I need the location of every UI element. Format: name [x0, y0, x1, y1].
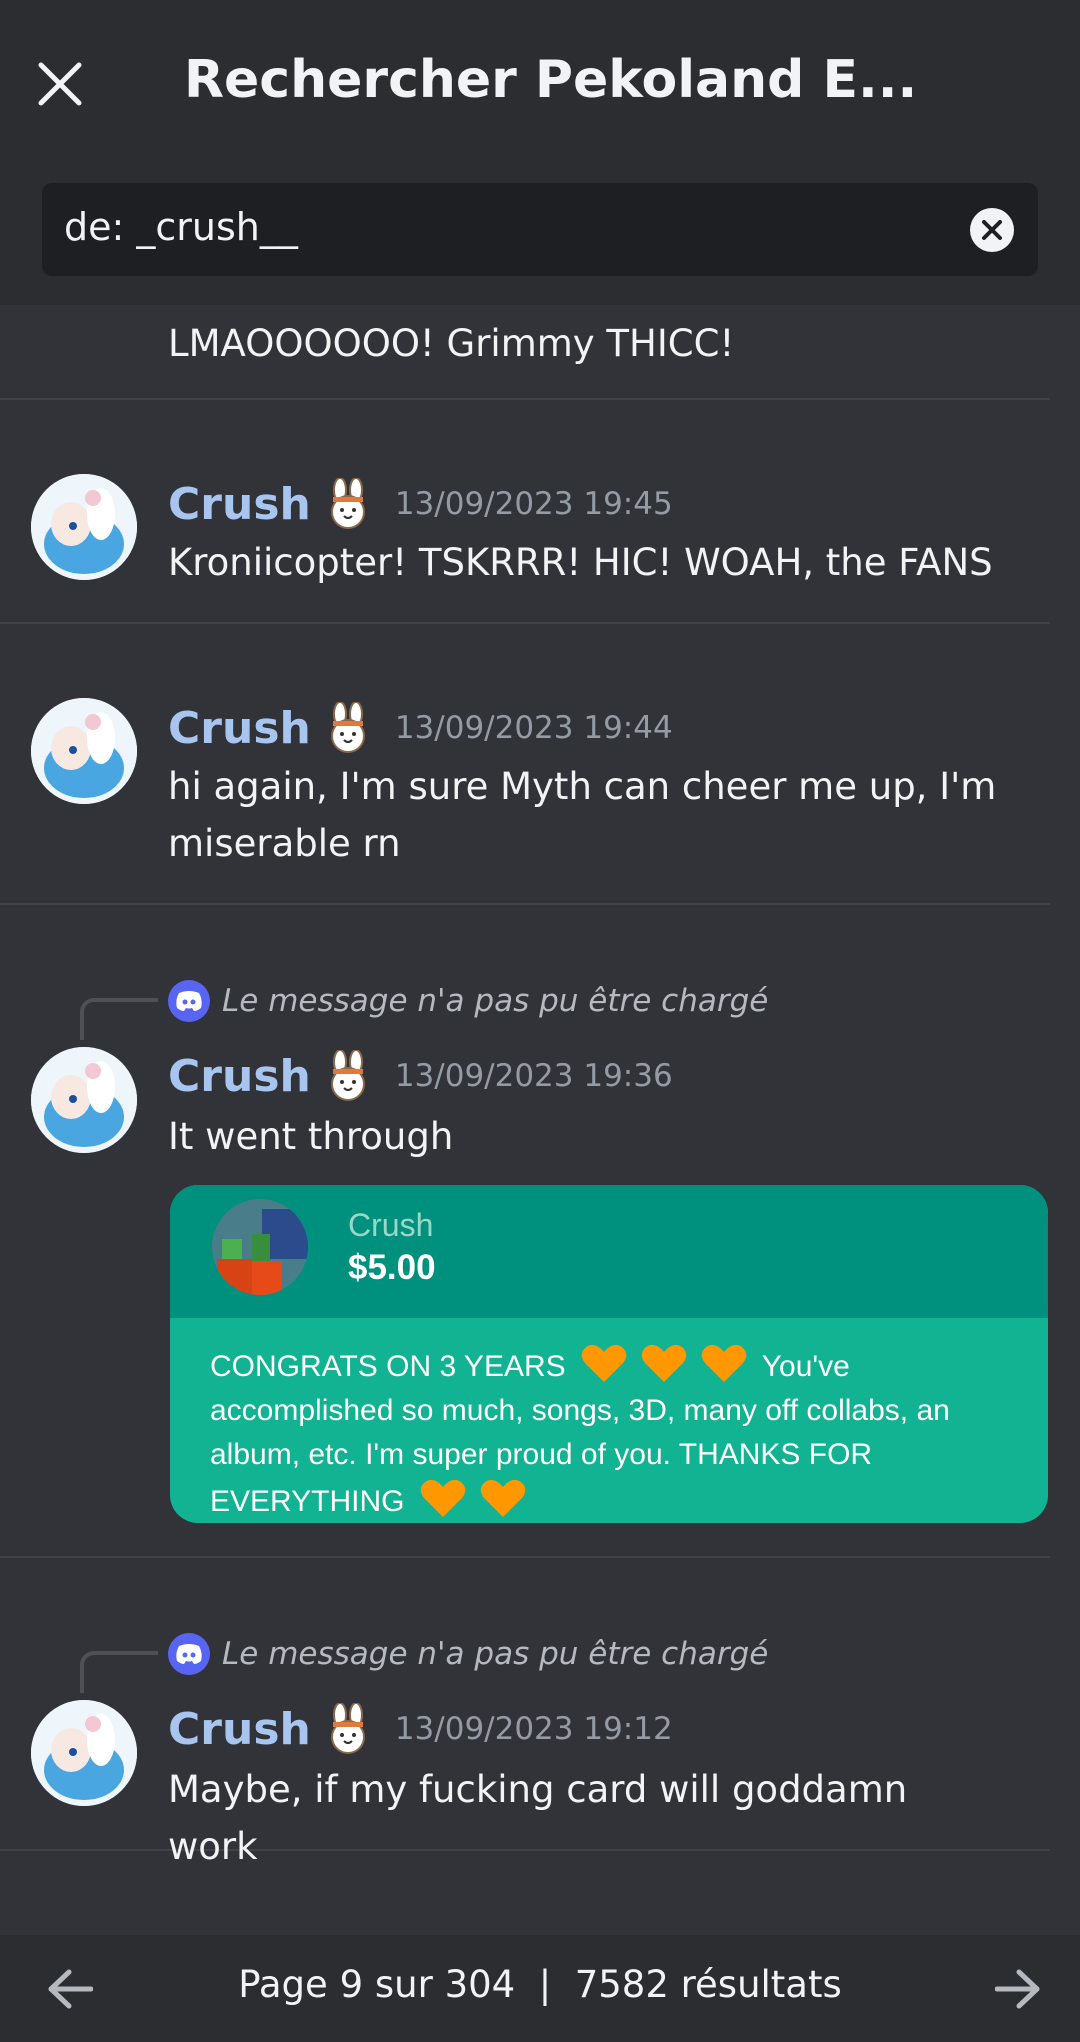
bunny-emoji-icon — [330, 1050, 365, 1101]
username[interactable]: Crush — [168, 1051, 311, 1102]
pagination-bar: Page 9 sur 304 | 7582 résultats — [0, 1935, 1080, 2042]
message-text: It went through — [168, 1115, 454, 1158]
discord-icon — [168, 1633, 210, 1675]
discord-icon — [168, 980, 210, 1022]
message-header: Crush 13/09/2023 19:36 — [168, 1050, 673, 1102]
donation-amount: $5.00 — [348, 1248, 436, 1287]
reply-text: Le message n'a pas pu être chargé — [222, 1636, 769, 1672]
username[interactable]: Crush — [168, 1704, 311, 1755]
bunny-emoji-icon — [330, 478, 365, 529]
reply-preview[interactable]: Le message n'a pas pu être chargé — [168, 1633, 768, 1675]
timestamp: 13/09/2023 19:44 — [394, 710, 673, 746]
heart-icon — [701, 1344, 747, 1382]
bunny-emoji-icon — [330, 1703, 365, 1754]
message-text: Maybe, if my fucking card will goddamn w… — [168, 1768, 908, 1868]
reply-connector — [80, 998, 158, 1040]
message-header: Crush 13/09/2023 19:12 — [168, 1703, 673, 1755]
close-icon — [38, 62, 82, 106]
donor-avatar — [212, 1199, 308, 1295]
search-result[interactable]: Le message n'a pas pu être chargé Crush … — [0, 1558, 1050, 1868]
close-button[interactable] — [30, 50, 90, 118]
username[interactable]: Crush — [168, 479, 311, 530]
message-header: Crush 13/09/2023 19:44 — [168, 702, 673, 754]
search-result[interactable]: Crush 13/09/2023 19:44 hi again, I'm sur… — [0, 624, 1050, 905]
heart-icon — [420, 1479, 466, 1517]
donation-image-attachment[interactable]: Crush $5.00 CONGRATS ON 3 YEARS You've a… — [170, 1185, 1048, 1523]
donation-message: CONGRATS ON 3 YEARS You've accomplished … — [210, 1342, 1020, 1523]
next-page-button[interactable] — [992, 1963, 1044, 2015]
arrow-right-icon — [995, 1969, 1040, 2009]
reply-connector — [80, 1651, 158, 1693]
search-input[interactable]: de: _crush__ — [42, 183, 1038, 276]
timestamp: 13/09/2023 19:12 — [394, 1711, 673, 1747]
clear-icon — [982, 220, 1002, 240]
message-text: hi again, I'm sure Myth can cheer me up,… — [168, 765, 997, 865]
message-text: Kroniicopter! TSKRRR! HIC! WOAH, the FAN… — [168, 541, 993, 584]
heart-icon — [480, 1479, 526, 1517]
avatar[interactable] — [31, 1047, 137, 1153]
page-title: Rechercher Pekoland E... — [184, 50, 918, 110]
search-header: Rechercher Pekoland E... de: _crush__ — [0, 0, 1080, 305]
avatar[interactable] — [31, 474, 137, 580]
reply-text: Le message n'a pas pu être chargé — [222, 983, 769, 1019]
timestamp: 13/09/2023 19:36 — [394, 1058, 673, 1094]
search-query-text[interactable]: de: _crush__ — [64, 205, 298, 249]
donor-name: Crush — [348, 1207, 434, 1243]
clear-search-button[interactable] — [970, 208, 1014, 252]
donation-message-part1: CONGRATS ON 3 YEARS — [210, 1350, 566, 1383]
bunny-emoji-icon — [330, 702, 365, 753]
avatar[interactable] — [31, 1700, 137, 1806]
search-result[interactable]: Crush 13/09/2023 19:45 Kroniicopter! TSK… — [0, 400, 1050, 624]
message-text: LMAOOOOOO! Grimmy THICC! — [168, 322, 735, 365]
heart-icon — [581, 1344, 627, 1382]
pagination-text: Page 9 sur 304 | 7582 résultats — [238, 1963, 842, 2006]
reply-preview[interactable]: Le message n'a pas pu être chargé — [168, 980, 768, 1022]
timestamp: 13/09/2023 19:45 — [394, 486, 673, 522]
heart-icon — [641, 1344, 687, 1382]
message-header: Crush 13/09/2023 19:45 — [168, 478, 673, 530]
username[interactable]: Crush — [168, 703, 311, 754]
avatar[interactable] — [31, 698, 137, 804]
